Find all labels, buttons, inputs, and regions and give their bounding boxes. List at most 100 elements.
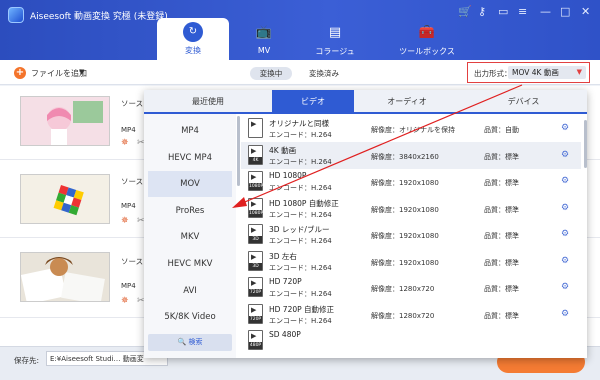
category-item[interactable]: HEVC MP4: [148, 145, 232, 171]
option-resolution: 解像度：1280x720: [371, 311, 435, 320]
option-resolution: 解像度：3840x2160: [371, 152, 439, 161]
category-item[interactable]: HEVC MKV: [148, 251, 232, 277]
tab-converting[interactable]: 変換中: [250, 67, 292, 80]
gear-icon[interactable]: ⚙: [561, 256, 569, 266]
gear-icon[interactable]: ⚙: [561, 203, 569, 213]
gear-icon[interactable]: ⚙: [561, 309, 569, 319]
tab-converted[interactable]: 変換済み: [300, 67, 348, 80]
options-scrollbar[interactable]: [584, 120, 587, 168]
file-format: MP4: [121, 126, 136, 134]
option-resolution: 解像度：1920x1080: [371, 179, 439, 187]
option-quality: 品質：標準: [484, 285, 519, 293]
add-file-icon[interactable]: +: [14, 67, 26, 79]
format-option-row[interactable]: ▶ オリジナルと同様 エンコード：H.264 解像度：オリジナルを保持 品質：自動 ⚙: [241, 115, 581, 142]
chevron-down-icon[interactable]: ▼: [577, 66, 582, 79]
video-file-icon: ▶: [248, 118, 263, 138]
search-label: 検索: [188, 338, 203, 346]
option-name: 3D レッド/ブルー: [269, 225, 330, 234]
option-resolution: 解像度：1920x1080: [371, 232, 439, 240]
gear-icon[interactable]: ⚙: [561, 123, 569, 133]
output-format-value: MOV 4K 動画: [512, 68, 559, 77]
category-item[interactable]: AVI: [148, 278, 232, 304]
tab-main-1[interactable]: 📺 MV: [228, 18, 300, 60]
tab-recent[interactable]: 最近使用: [144, 90, 272, 114]
format-option-row[interactable]: ▶ 3D 3D 左右 エンコード：H.264 解像度：1920x1080 品質：標準 ⚙: [241, 248, 581, 275]
option-name: オリジナルと同様: [269, 119, 329, 128]
film-icon: ▶: [251, 146, 257, 155]
category-scrollbar[interactable]: [237, 116, 240, 186]
tab-audio[interactable]: オーディオ: [354, 90, 460, 114]
collage-icon: ▤: [328, 25, 342, 40]
option-name: HD 1080P: [269, 171, 307, 180]
option-name: 4K 動画: [269, 145, 297, 155]
option-encoder: エンコード：H.264: [269, 131, 332, 139]
format-option-row[interactable]: ▶ 4K 4K 動画 エンコード：H.264 解像度：3840x2160 品質：標準 ⚙: [241, 141, 581, 169]
video-file-icon: ▶ 4K: [248, 144, 263, 165]
format-option-row[interactable]: ▶ 720P HD 720P 自動修正 エンコード：H.264 解像度：1280x720…: [241, 301, 581, 328]
category-item[interactable]: MP4: [148, 118, 232, 144]
output-format-box[interactable]: 出力形式： MOV 4K 動画 ▼: [467, 62, 590, 83]
category-item[interactable]: ProRes: [148, 198, 232, 224]
option-name: SD 480P: [269, 330, 301, 339]
menu-icon[interactable]: ≡: [518, 6, 527, 18]
format-option-row[interactable]: ▶ 720P HD 720P エンコード：H.264 解像度：1280x720 品質：標準…: [241, 274, 581, 301]
film-icon: ▶: [251, 279, 257, 287]
title-bar: Aiseesoft 動画変換 究極 (未登録) 🛒 ⚷ ▭ ≡ — □ ✕ ↻ 変換 📺 MV ▤ コ…: [0, 0, 600, 60]
tab-main-3[interactable]: 🧰 ツールボックス: [378, 18, 476, 60]
gear-icon[interactable]: ⚙: [561, 229, 569, 239]
gear-icon[interactable]: ⚙: [561, 150, 569, 160]
film-icon: ▶: [251, 173, 257, 181]
close-icon[interactable]: ✕: [581, 6, 590, 18]
minimize-icon[interactable]: —: [540, 6, 551, 18]
enhance-icon[interactable]: ✵: [121, 216, 129, 226]
film-icon: ▶: [251, 305, 257, 314]
category-item[interactable]: MKV: [148, 224, 232, 250]
film-icon: ▶: [251, 252, 257, 261]
enhance-icon[interactable]: ✵: [121, 296, 129, 306]
format-option-row[interactable]: ▶ 480P SD 480P: [241, 327, 581, 354]
tab-video[interactable]: ビデオ: [272, 90, 354, 114]
output-format-select[interactable]: MOV 4K 動画 ▼: [508, 66, 586, 79]
option-name: HD 1080P 自動修正: [269, 198, 339, 208]
video-file-icon: ▶ 3D: [248, 250, 263, 271]
key-icon[interactable]: ⚷: [478, 6, 486, 18]
source-label: ソース:: [121, 99, 146, 108]
search-button[interactable]: 🔍 検索: [148, 334, 232, 351]
chevron-down-icon[interactable]: ▼: [79, 68, 84, 76]
option-encoder: エンコード：H.264: [269, 184, 332, 192]
gear-icon[interactable]: ⚙: [561, 282, 569, 292]
video-file-icon: ▶ 720P: [248, 303, 263, 324]
tab-main-0[interactable]: ↻ 変換: [157, 18, 229, 60]
resolution-badge: 4K: [249, 156, 262, 164]
resolution-badge: 3D: [249, 262, 262, 270]
format-options: ▶ オリジナルと同様 エンコード：H.264 解像度：オリジナルを保持 品質：自動 ⚙ ▶ 4…: [241, 114, 587, 358]
option-quality: 品質：標準: [484, 258, 519, 267]
toolbox-icon: 🧰: [418, 25, 436, 40]
category-item[interactable]: 5K/8K Video: [148, 304, 232, 330]
cart-icon[interactable]: 🛒: [458, 6, 472, 18]
gear-icon[interactable]: ⚙: [561, 176, 569, 186]
chat-icon[interactable]: ▭: [498, 6, 508, 18]
video-file-icon: ▶ 480P: [248, 330, 263, 350]
format-option-row[interactable]: ▶ 1080P HD 1080P エンコード：H.264 解像度：1920x1080 品質…: [241, 168, 581, 195]
source-label: ソース:: [121, 257, 146, 266]
format-popup: 最近使用 ビデオ オーディオ デバイス 🔍 検索 MP4 HEVC MP4 MOV ProR…: [144, 90, 587, 358]
popup-tabs: 最近使用 ビデオ オーディオ デバイス: [144, 90, 587, 114]
format-option-row[interactable]: ▶ 3D 3D レッド/ブルー エンコード：H.264 解像度：1920x1080 品質：…: [241, 221, 581, 248]
option-name: 3D 左右: [269, 251, 297, 261]
format-option-row[interactable]: ▶ 1080P HD 1080P 自動修正 エンコード：H.264 解像度：1920x1…: [241, 195, 581, 222]
maximize-icon[interactable]: □: [560, 6, 570, 18]
enhance-icon[interactable]: ✵: [121, 138, 129, 148]
option-quality: 品質：標準: [484, 232, 519, 240]
option-resolution: 解像度：1920x1080: [371, 205, 439, 214]
tv-icon: 📺: [255, 25, 273, 40]
option-encoder: エンコード：H.264: [269, 316, 332, 325]
convert-icon: ↻: [183, 22, 203, 42]
tab-device[interactable]: デバイス: [460, 90, 587, 114]
resolution-badge: 1080P: [249, 209, 264, 217]
video-thumbnail: [20, 96, 110, 146]
category-item[interactable]: MOV: [148, 171, 232, 198]
film-icon: ▶: [251, 199, 257, 208]
film-icon: ▶: [251, 120, 257, 128]
tab-main-2[interactable]: ▤ コラージュ: [298, 18, 372, 60]
